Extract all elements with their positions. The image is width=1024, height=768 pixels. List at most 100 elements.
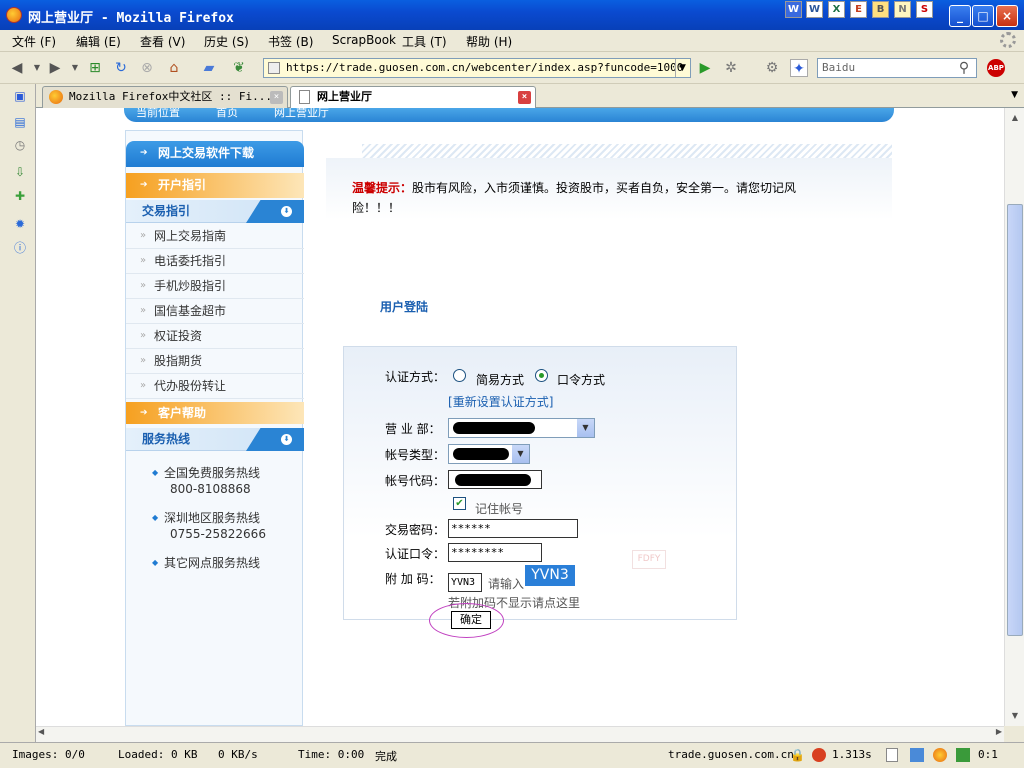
new-tab-icon[interactable]: ⊞ bbox=[86, 59, 104, 77]
gear-icon[interactable]: ✹ bbox=[12, 216, 28, 232]
home-icon[interactable]: ⌂ bbox=[165, 59, 183, 77]
captcha-image[interactable]: YVN3 bbox=[525, 565, 575, 586]
reload-icon[interactable]: ↻ bbox=[112, 59, 130, 77]
status-loaded: Loaded: 0 KB bbox=[118, 748, 198, 761]
status-counter: 0:1 bbox=[978, 748, 998, 761]
menu-scrapbook[interactable]: ScrapBook bbox=[332, 33, 396, 47]
tab-firefox-community[interactable]: Mozilla Firefox中文社区 :: Fi... × bbox=[42, 86, 288, 108]
nav-customer-help[interactable]: ➔ 客户帮助 bbox=[126, 402, 304, 424]
reset-auth-link[interactable]: [重新设置认证方式] bbox=[448, 393, 553, 410]
status-page-icon[interactable] bbox=[886, 748, 898, 762]
status-firefox-icon[interactable] bbox=[933, 748, 947, 762]
scroll-up-icon[interactable]: ▲ bbox=[1007, 110, 1023, 126]
tab-online-hall[interactable]: 网上营业厅 × bbox=[290, 86, 536, 108]
tab-close-icon[interactable]: × bbox=[270, 91, 283, 104]
leaf-icon[interactable]: ❦ bbox=[230, 59, 248, 77]
quicklaunch-us-icon[interactable]: S bbox=[916, 1, 933, 18]
horizontal-scrollbar[interactable]: ◀ ▶ bbox=[36, 726, 1004, 742]
adblock-icon[interactable]: ABP bbox=[987, 59, 1005, 77]
simple-mode-radio[interactable] bbox=[453, 369, 466, 382]
forward-dropdown-icon[interactable]: ▼ bbox=[66, 59, 84, 77]
quicklaunch-app-icon[interactable]: B bbox=[872, 1, 889, 18]
tab-bar: Mozilla Firefox中文社区 :: Fi... × 网上营业厅 × ▼ bbox=[36, 84, 1024, 108]
breadcrumb-home[interactable]: 首页 bbox=[216, 108, 238, 120]
nav-item[interactable]: 手机炒股指引 bbox=[126, 274, 304, 299]
lock-icon[interactable]: 🔒 bbox=[790, 748, 805, 762]
forward-icon[interactable]: ▶ bbox=[46, 59, 64, 77]
vertical-scrollbar[interactable]: ▲ ▼ bbox=[1004, 108, 1024, 726]
simple-mode-label[interactable]: 简易方式 bbox=[476, 371, 524, 388]
hotline-other[interactable]: 其它网点服务热线 bbox=[152, 555, 260, 571]
nav-open-account[interactable]: ➔ 开户指引 bbox=[126, 173, 304, 198]
url-bar[interactable]: https://trade.guosen.com.cn/webcenter/in… bbox=[263, 58, 691, 78]
nav-hotline[interactable]: 服务热线 ⬇ bbox=[126, 428, 304, 451]
quicklaunch-ppt-icon[interactable]: E bbox=[850, 1, 867, 18]
close-button[interactable]: × bbox=[996, 5, 1018, 27]
download-icon[interactable]: ⇩ bbox=[12, 164, 28, 180]
info-icon[interactable]: ⓘ bbox=[12, 240, 28, 256]
account-code-input[interactable] bbox=[448, 470, 542, 489]
notice-label: 温馨提示： bbox=[352, 181, 413, 195]
bookmarks-icon[interactable]: ▤ bbox=[12, 114, 28, 130]
back-icon[interactable]: ◀ bbox=[8, 59, 26, 77]
scroll-left-icon[interactable]: ◀ bbox=[38, 727, 44, 736]
hotline-shenzhen[interactable]: 深圳地区服务热线 0755-25822666 bbox=[152, 510, 266, 542]
maximize-button[interactable]: □ bbox=[972, 5, 994, 27]
redaction-mark bbox=[453, 422, 535, 434]
back-dropdown-icon[interactable]: ▼ bbox=[28, 59, 46, 77]
puzzle-icon[interactable]: ✚ bbox=[12, 188, 28, 204]
password-mode-radio[interactable] bbox=[535, 369, 548, 382]
nav-trade-guide[interactable]: 交易指引 ⬇ bbox=[126, 200, 304, 223]
auth-code-input[interactable]: ******** bbox=[448, 543, 542, 562]
scroll-right-icon[interactable]: ▶ bbox=[996, 727, 1002, 736]
status-done: 完成 bbox=[375, 750, 397, 763]
menu-help[interactable]: 帮助 (H) bbox=[466, 33, 512, 50]
status-green-icon[interactable] bbox=[956, 748, 970, 762]
search-icon[interactable]: ⚲ bbox=[955, 59, 973, 77]
minimize-button[interactable]: _ bbox=[949, 5, 971, 27]
nav-item[interactable]: 网上交易指南 bbox=[126, 224, 304, 249]
status-addon-icon[interactable] bbox=[812, 748, 826, 762]
url-dropdown-icon[interactable]: ▼ bbox=[675, 59, 689, 77]
nav-item[interactable]: 代办股份转让 bbox=[126, 374, 304, 399]
menu-bookmarks[interactable]: 书签 (B) bbox=[268, 33, 313, 50]
stop-icon[interactable]: ⊗ bbox=[138, 59, 156, 77]
scroll-down-icon[interactable]: ▼ bbox=[1007, 708, 1023, 724]
tab-close-icon[interactable]: × bbox=[518, 91, 531, 104]
menu-history[interactable]: 历史 (S) bbox=[204, 33, 249, 50]
remember-account-label[interactable]: 记住帐号 bbox=[475, 500, 523, 517]
menu-tools[interactable]: 工具 (T) bbox=[402, 33, 447, 50]
remember-account-checkbox[interactable]: ✔ bbox=[453, 497, 466, 510]
submit-button[interactable]: 确定 bbox=[451, 611, 491, 629]
addon-icon[interactable]: ✲ bbox=[722, 59, 740, 77]
quicklaunch-word2-icon[interactable]: W bbox=[806, 1, 823, 18]
hotline-national[interactable]: 全国免费服务热线 800-8108868 bbox=[152, 465, 260, 497]
nav-item[interactable]: 权证投资 bbox=[126, 324, 304, 349]
nav-download[interactable]: ➔ 网上交易软件下载 bbox=[126, 141, 304, 167]
search-engine-icon[interactable]: ✦ bbox=[790, 59, 808, 77]
go-icon[interactable]: ▶ bbox=[696, 59, 714, 77]
search-input[interactable]: Baidu bbox=[817, 58, 977, 78]
sidebar-toggle-icon[interactable]: ▣ bbox=[12, 88, 28, 104]
menu-view[interactable]: 查看 (V) bbox=[140, 33, 185, 50]
password-input[interactable]: ****** bbox=[448, 519, 578, 538]
nav-item[interactable]: 电话委托指引 bbox=[126, 249, 304, 274]
menu-file[interactable]: 文件 (F) bbox=[12, 33, 56, 50]
scroll-thumb[interactable] bbox=[1007, 204, 1023, 636]
branch-select[interactable]: ▼ bbox=[448, 418, 595, 438]
menu-edit[interactable]: 编辑 (E) bbox=[76, 33, 121, 50]
nav-item[interactable]: 国信基金超市 bbox=[126, 299, 304, 324]
captcha-input[interactable]: YVN3 bbox=[448, 573, 482, 592]
bookmark-page-icon[interactable]: ▰ bbox=[200, 59, 218, 77]
quicklaunch-excel-icon[interactable]: X bbox=[828, 1, 845, 18]
quicklaunch-word-icon[interactable]: W bbox=[785, 1, 802, 18]
nav-item[interactable]: 股指期货 bbox=[126, 349, 304, 374]
history-icon[interactable]: ◷ bbox=[12, 137, 28, 153]
account-type-select[interactable]: ▼ bbox=[448, 444, 530, 464]
password-mode-label[interactable]: 口令方式 bbox=[557, 371, 605, 388]
quicklaunch-folder-icon[interactable]: N bbox=[894, 1, 911, 18]
tab-list-dropdown-icon[interactable]: ▼ bbox=[1011, 90, 1018, 100]
account-code-label: 帐号代码： bbox=[385, 474, 446, 488]
settings-gear-icon[interactable]: ⚙ bbox=[763, 59, 781, 77]
status-window-icon[interactable] bbox=[910, 748, 924, 762]
